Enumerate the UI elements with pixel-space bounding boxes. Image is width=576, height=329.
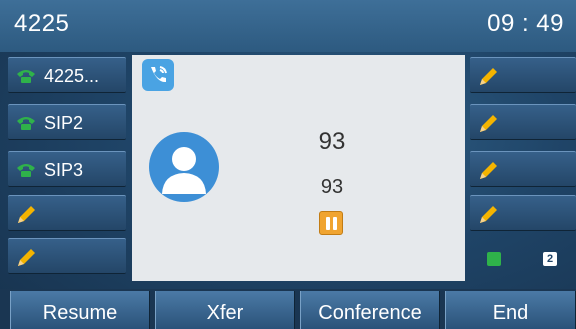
phone-icon	[17, 70, 35, 83]
clock: 09 : 49	[487, 10, 564, 37]
phone-icon	[17, 117, 35, 130]
caller-name: 93	[318, 128, 346, 155]
contact-avatar-icon	[149, 132, 219, 202]
line-key-label: SIP3	[44, 160, 84, 180]
call-incoming-icon	[142, 59, 174, 91]
page-indicator-2[interactable]: 2	[543, 252, 557, 266]
line-key-label: 4225...	[44, 66, 100, 86]
line-key-2[interactable]: SIP2	[8, 104, 126, 140]
line-key-1[interactable]: 4225...	[8, 57, 126, 93]
softkey-bar: Resume Xfer Conference End	[0, 289, 576, 329]
hold-icon	[319, 211, 343, 235]
line-key-7[interactable]	[470, 104, 576, 140]
caller-number: 93	[320, 176, 344, 198]
end-call-button[interactable]: End	[445, 291, 576, 329]
line-key-9[interactable]	[470, 195, 576, 231]
pencil-icon	[480, 68, 497, 85]
pencil-icon	[480, 206, 497, 223]
pencil-icon	[480, 162, 497, 179]
pencil-icon	[18, 249, 35, 266]
phone-icon	[17, 164, 35, 177]
call-panel: 93 93	[132, 55, 465, 281]
pencil-icon	[18, 206, 35, 223]
status-bar: 4225 09 : 49	[0, 0, 576, 52]
line-key-label: SIP2	[44, 113, 84, 133]
account-title: 4225	[14, 10, 70, 37]
pencil-icon	[480, 115, 497, 132]
xfer-button[interactable]: Xfer	[155, 291, 295, 329]
resume-button[interactable]: Resume	[10, 291, 150, 329]
page-indicator-1[interactable]: 1	[487, 252, 501, 266]
line-key-8[interactable]	[470, 151, 576, 187]
line-key-4[interactable]	[8, 195, 126, 231]
line-key-5[interactable]	[8, 238, 126, 274]
line-key-6[interactable]	[470, 57, 576, 93]
conference-button[interactable]: Conference	[300, 291, 440, 329]
line-key-3[interactable]: SIP3	[8, 151, 126, 187]
phone-screen: 4225 09 : 49 4225... SIP2 SIP3 1 2 93 93…	[0, 0, 576, 329]
